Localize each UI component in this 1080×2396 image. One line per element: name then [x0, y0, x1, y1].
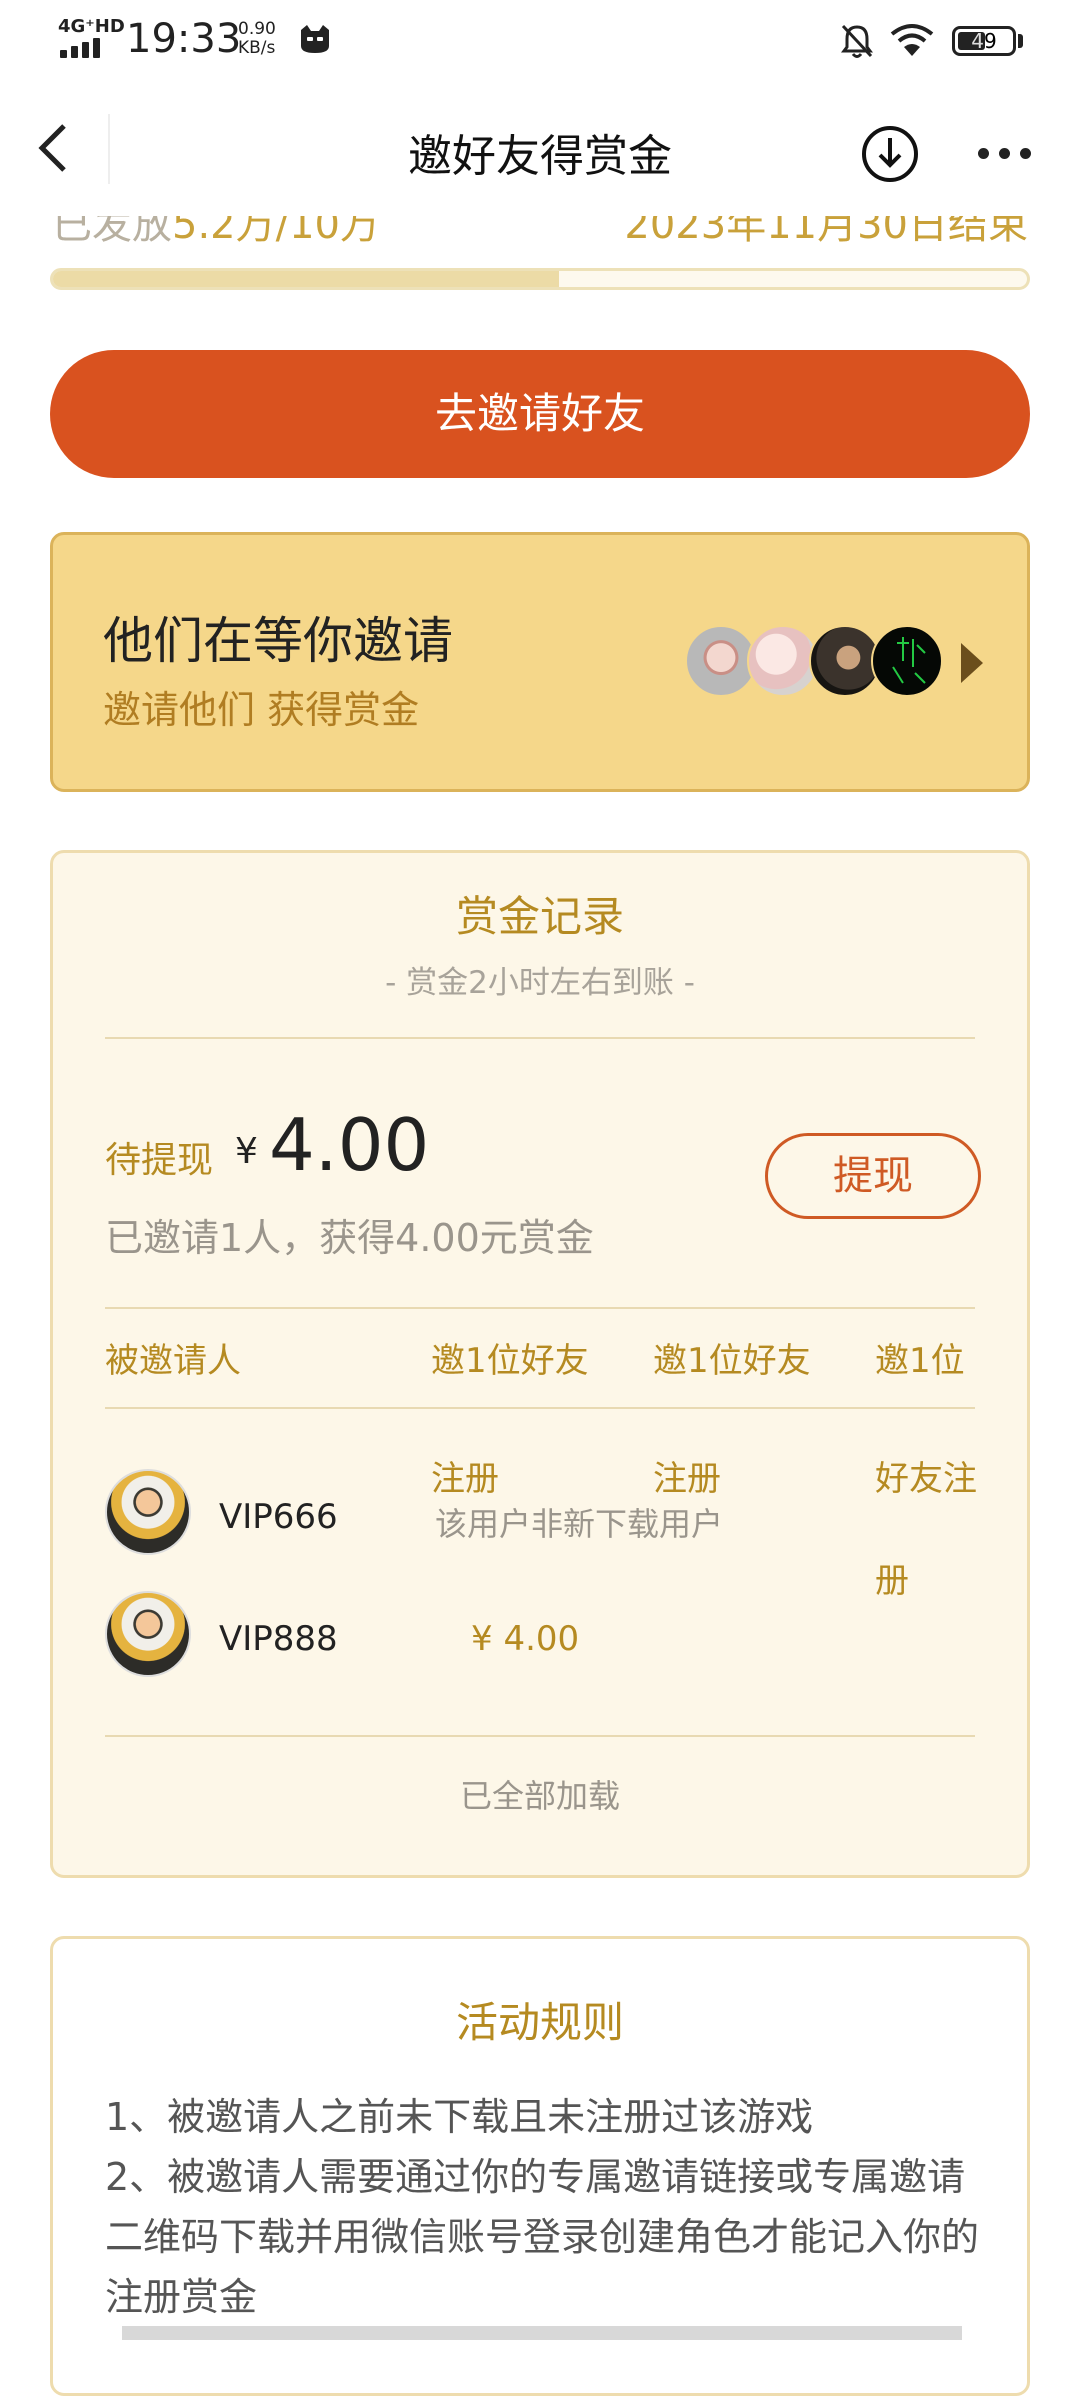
chevron-right-icon: [961, 643, 983, 683]
mute-bell-icon: [841, 24, 873, 58]
signal-icon: [60, 36, 110, 58]
withdraw-button[interactable]: 提现: [765, 1133, 981, 1219]
divider: [105, 1735, 975, 1737]
rule-item: 2、被邀请人需要通过你的专属邀请链接或专属邀请二维码下载并用微信账号登录创建角色…: [105, 2155, 980, 2319]
column-subheader-register-2: 注册: [653, 1459, 721, 1499]
network-type: 4G⁺HD: [58, 16, 125, 37]
divider: [105, 1037, 975, 1039]
column-header-invite-2: 邀1位好友: [653, 1341, 811, 1381]
title-bar: 邀好友得赏金: [0, 86, 1080, 216]
divider: [105, 1307, 975, 1309]
waiting-invite-card[interactable]: 他们在等你邀请 邀请他们 获得赏金: [50, 532, 1030, 792]
invitee-reward: ¥ 4.00: [471, 1619, 580, 1659]
invite-summary: 已邀请1人，获得4.00元赏金: [105, 1216, 594, 1260]
column-subheader-register-1: 注册: [431, 1459, 499, 1499]
rule-item: 1、被邀请人之前未下载且未注册过该游戏: [105, 2095, 814, 2139]
currency-symbol: ¥: [235, 1131, 258, 1172]
more-options-icon[interactable]: [978, 144, 1034, 164]
invite-friends-button[interactable]: 去邀请好友: [50, 350, 1030, 478]
column-header-invite-1: 邀1位好友: [431, 1341, 589, 1381]
download-icon[interactable]: [860, 124, 920, 184]
cat-icon: [301, 25, 329, 53]
column-header-invitee: 被邀请人: [105, 1341, 241, 1381]
avatar: [871, 625, 943, 697]
invitee-name: VIP888: [219, 1619, 338, 1659]
reward-record-card: 赏金记录 - 赏金2小时左右到账 - 待提现 ¥ 4.00 已邀请1人，获得4.…: [50, 850, 1030, 1878]
progress-fill: [53, 271, 560, 287]
wifi-icon: [890, 24, 934, 56]
pending-amount: 4.00: [269, 1103, 430, 1187]
column-header-invite-3: 邀1位: [875, 1341, 965, 1381]
battery-icon: 49: [952, 26, 1016, 56]
column-subheader-register-3-cont: 册: [875, 1561, 909, 1601]
invitee-name: VIP666: [219, 1497, 338, 1537]
invitee-status: 该用户非新下载用户: [435, 1505, 724, 1543]
divider: [105, 1407, 975, 1409]
network-speed: 0.90 KB/s: [238, 19, 276, 58]
all-loaded-text: 已全部加载: [459, 1777, 620, 1815]
battery-tip: [1018, 34, 1023, 48]
rules-list: 1、被邀请人之前未下载且未注册过该游戏 2、被邀请人需要通过你的专属邀请链接或专…: [105, 2087, 987, 2327]
status-bar: 4G⁺HD 19:33 0.90 KB/s 49: [0, 0, 1080, 86]
rules-title: 活动规则: [455, 1998, 624, 2047]
waiting-title: 他们在等你邀请: [103, 612, 453, 670]
column-subheader-register-3: 好友注: [875, 1459, 977, 1499]
avatar: [105, 1469, 191, 1555]
avatar: [105, 1591, 191, 1677]
friend-avatars: [685, 625, 945, 701]
scroll-shadow: [122, 2326, 962, 2340]
record-subtitle: - 赏金2小时左右到账 -: [385, 965, 695, 1001]
record-title: 赏金记录: [455, 892, 624, 941]
pending-label: 待提现: [105, 1140, 214, 1181]
clock: 19:33: [126, 16, 242, 62]
waiting-subtitle: 邀请他们 获得赏金: [103, 688, 420, 732]
progress-bar: [50, 268, 1030, 290]
